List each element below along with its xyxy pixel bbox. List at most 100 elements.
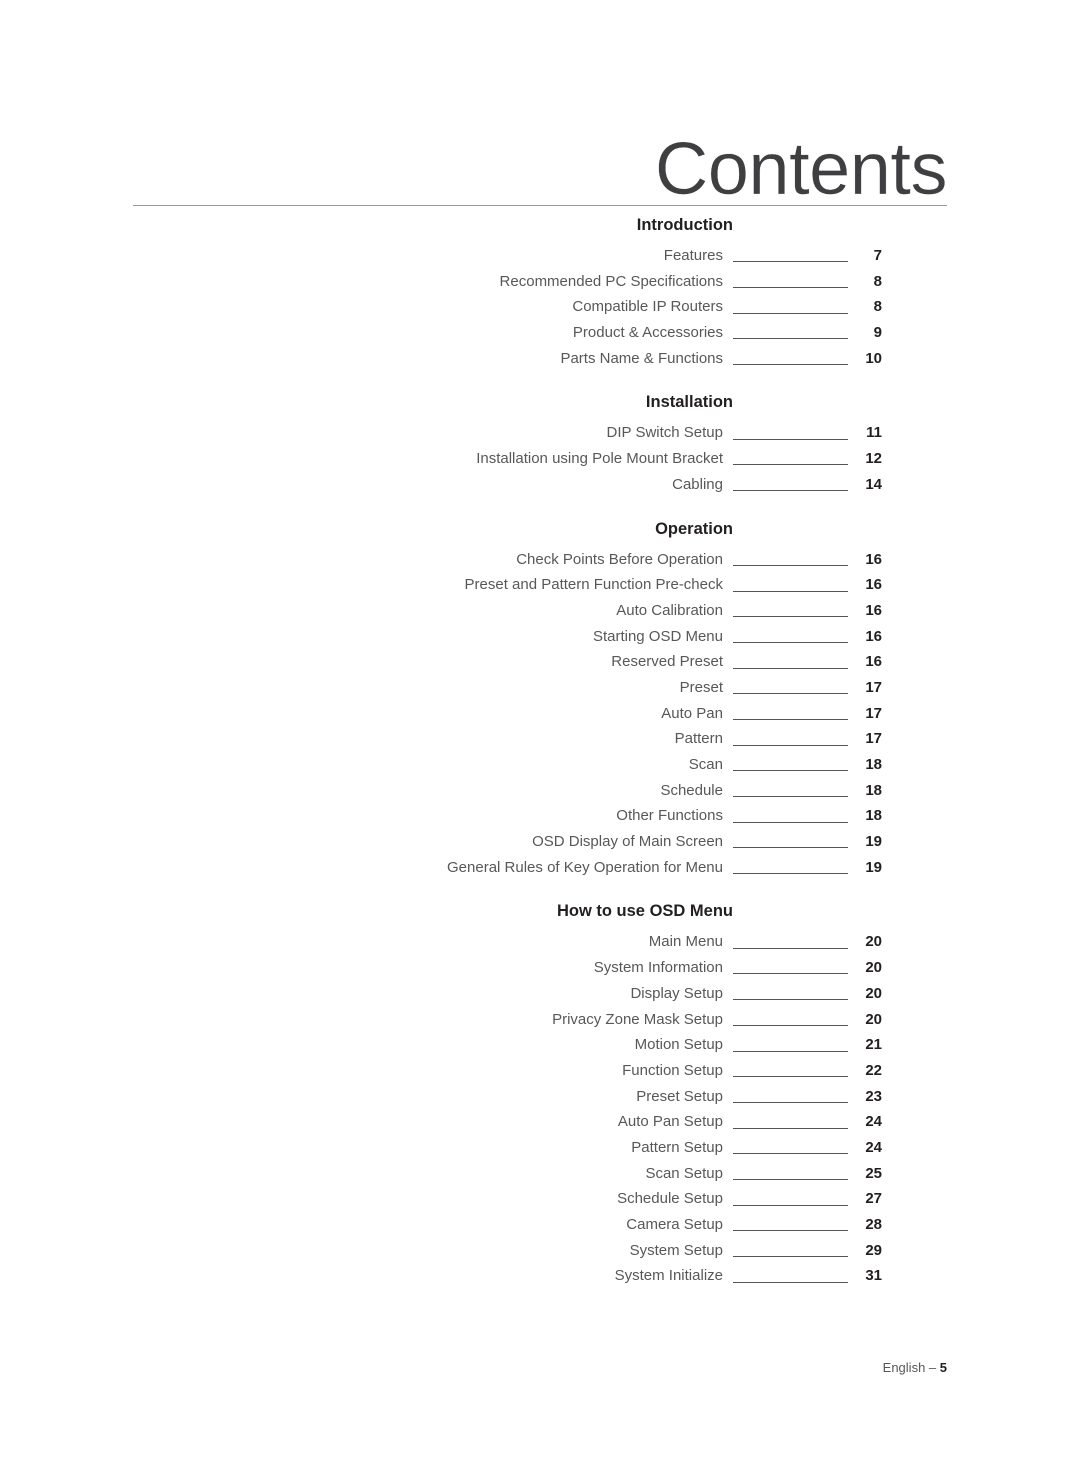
toc-entry[interactable]: Starting OSD Menu 16 xyxy=(0,624,1080,650)
toc-entry-page-number[interactable]: 27 xyxy=(850,1186,882,1212)
toc-entry-title[interactable]: Motion Setup xyxy=(0,1032,723,1058)
toc-entry[interactable]: Main Menu 20 xyxy=(0,929,1080,955)
toc-entry-title[interactable]: Scan xyxy=(0,752,723,778)
toc-entry-title[interactable]: Privacy Zone Mask Setup xyxy=(0,1007,723,1033)
toc-entry-page-number[interactable]: 22 xyxy=(850,1058,882,1084)
toc-entry-page-number[interactable]: 11 xyxy=(850,420,882,446)
toc-entry[interactable]: Function Setup 22 xyxy=(0,1058,1080,1084)
toc-entry-page-number[interactable]: 19 xyxy=(850,829,882,855)
toc-entry-page-number[interactable]: 20 xyxy=(850,1007,882,1033)
toc-entry[interactable]: Camera Setup 28 xyxy=(0,1212,1080,1238)
toc-entry-page-number[interactable]: 20 xyxy=(850,981,882,1007)
toc-entry-page-number[interactable]: 16 xyxy=(850,598,882,624)
toc-entry-page-number[interactable]: 8 xyxy=(850,269,882,295)
toc-entry[interactable]: DIP Switch Setup 11 xyxy=(0,420,1080,446)
toc-entry-title[interactable]: Reserved Preset xyxy=(0,649,723,675)
toc-entry[interactable]: Scan Setup 25 xyxy=(0,1161,1080,1187)
toc-entry[interactable]: Auto Calibration 16 xyxy=(0,598,1080,624)
toc-entry-page-number[interactable]: 17 xyxy=(850,701,882,727)
toc-entry[interactable]: Compatible IP Routers 8 xyxy=(0,294,1080,320)
toc-entry-title[interactable]: Other Functions xyxy=(0,803,723,829)
toc-entry-title[interactable]: Pattern xyxy=(0,726,723,752)
toc-entry[interactable]: System Setup 29 xyxy=(0,1238,1080,1264)
toc-entry-page-number[interactable]: 8 xyxy=(850,294,882,320)
toc-entry-title[interactable]: Features xyxy=(0,243,723,269)
toc-entry-title[interactable]: Scan Setup xyxy=(0,1161,723,1187)
toc-entry-title[interactable]: Display Setup xyxy=(0,981,723,1007)
toc-entry-title[interactable]: OSD Display of Main Screen xyxy=(0,829,723,855)
toc-entry[interactable]: General Rules of Key Operation for Menu 1… xyxy=(0,855,1080,881)
toc-entry-page-number[interactable]: 7 xyxy=(850,243,882,269)
toc-entry-title[interactable]: Preset and Pattern Function Pre-check xyxy=(0,572,723,598)
toc-entry[interactable]: Product & Accessories 9 xyxy=(0,320,1080,346)
toc-entry[interactable]: Parts Name & Functions 10 xyxy=(0,346,1080,372)
toc-entry[interactable]: Features 7 xyxy=(0,243,1080,269)
toc-entry[interactable]: Auto Pan Setup 24 xyxy=(0,1109,1080,1135)
toc-entry-title[interactable]: DIP Switch Setup xyxy=(0,420,723,446)
toc-entry-page-number[interactable]: 16 xyxy=(850,624,882,650)
toc-entry[interactable]: Reserved Preset 16 xyxy=(0,649,1080,675)
toc-entry-title[interactable]: Product & Accessories xyxy=(0,320,723,346)
toc-entry-page-number[interactable]: 31 xyxy=(850,1263,882,1289)
toc-entry-page-number[interactable]: 17 xyxy=(850,726,882,752)
toc-entry[interactable]: Schedule Setup 27 xyxy=(0,1186,1080,1212)
toc-entry-page-number[interactable]: 24 xyxy=(850,1135,882,1161)
toc-entry-title[interactable]: Main Menu xyxy=(0,929,723,955)
toc-entry-page-number[interactable]: 23 xyxy=(850,1084,882,1110)
toc-entry[interactable]: System Initialize 31 xyxy=(0,1263,1080,1289)
toc-entry-page-number[interactable]: 9 xyxy=(850,320,882,346)
toc-entry-title[interactable]: Check Points Before Operation xyxy=(0,547,723,573)
toc-entry-title[interactable]: Preset xyxy=(0,675,723,701)
toc-entry-title[interactable]: General Rules of Key Operation for Menu xyxy=(0,855,723,881)
toc-entry-title[interactable]: Function Setup xyxy=(0,1058,723,1084)
toc-entry[interactable]: Recommended PC Specifications 8 xyxy=(0,269,1080,295)
toc-entry-page-number[interactable]: 17 xyxy=(850,675,882,701)
toc-entry-title[interactable]: Recommended PC Specifications xyxy=(0,269,723,295)
toc-entry-title[interactable]: System Setup xyxy=(0,1238,723,1264)
toc-entry-page-number[interactable]: 18 xyxy=(850,778,882,804)
toc-entry-page-number[interactable]: 10 xyxy=(850,346,882,372)
toc-entry-page-number[interactable]: 16 xyxy=(850,649,882,675)
toc-entry-page-number[interactable]: 19 xyxy=(850,855,882,881)
toc-entry-page-number[interactable]: 16 xyxy=(850,547,882,573)
toc-entry-page-number[interactable]: 28 xyxy=(850,1212,882,1238)
toc-entry-page-number[interactable]: 16 xyxy=(850,572,882,598)
toc-entry[interactable]: Motion Setup 21 xyxy=(0,1032,1080,1058)
toc-entry[interactable]: Privacy Zone Mask Setup 20 xyxy=(0,1007,1080,1033)
toc-entry[interactable]: OSD Display of Main Screen 19 xyxy=(0,829,1080,855)
toc-entry-page-number[interactable]: 29 xyxy=(850,1238,882,1264)
toc-entry-page-number[interactable]: 18 xyxy=(850,752,882,778)
toc-entry[interactable]: Display Setup 20 xyxy=(0,981,1080,1007)
toc-entry-page-number[interactable]: 25 xyxy=(850,1161,882,1187)
toc-entry-page-number[interactable]: 20 xyxy=(850,929,882,955)
toc-entry[interactable]: Pattern 17 xyxy=(0,726,1080,752)
toc-entry-title[interactable]: Installation using Pole Mount Bracket xyxy=(0,446,723,472)
toc-entry[interactable]: Auto Pan 17 xyxy=(0,701,1080,727)
toc-entry-title[interactable]: Schedule Setup xyxy=(0,1186,723,1212)
toc-entry[interactable]: Schedule 18 xyxy=(0,778,1080,804)
toc-entry-title[interactable]: Auto Calibration xyxy=(0,598,723,624)
toc-entry[interactable]: System Information 20 xyxy=(0,955,1080,981)
toc-entry-page-number[interactable]: 24 xyxy=(850,1109,882,1135)
toc-entry[interactable]: Check Points Before Operation 16 xyxy=(0,547,1080,573)
toc-entry-title[interactable]: Auto Pan xyxy=(0,701,723,727)
toc-entry[interactable]: Preset and Pattern Function Pre-check 16 xyxy=(0,572,1080,598)
toc-entry-title[interactable]: System Initialize xyxy=(0,1263,723,1289)
toc-entry[interactable]: Cabling 14 xyxy=(0,472,1080,498)
toc-entry[interactable]: Installation using Pole Mount Bracket 12 xyxy=(0,446,1080,472)
toc-entry-title[interactable]: System Information xyxy=(0,955,723,981)
toc-entry-title[interactable]: Parts Name & Functions xyxy=(0,346,723,372)
toc-entry-page-number[interactable]: 12 xyxy=(850,446,882,472)
toc-entry-title[interactable]: Compatible IP Routers xyxy=(0,294,723,320)
toc-entry-title[interactable]: Cabling xyxy=(0,472,723,498)
toc-entry[interactable]: Pattern Setup 24 xyxy=(0,1135,1080,1161)
toc-entry[interactable]: Scan 18 xyxy=(0,752,1080,778)
toc-entry[interactable]: Preset 17 xyxy=(0,675,1080,701)
toc-entry-title[interactable]: Pattern Setup xyxy=(0,1135,723,1161)
toc-entry-title[interactable]: Auto Pan Setup xyxy=(0,1109,723,1135)
toc-entry[interactable]: Preset Setup 23 xyxy=(0,1084,1080,1110)
toc-entry-title[interactable]: Camera Setup xyxy=(0,1212,723,1238)
toc-entry-page-number[interactable]: 18 xyxy=(850,803,882,829)
toc-entry-page-number[interactable]: 20 xyxy=(850,955,882,981)
toc-entry-title[interactable]: Starting OSD Menu xyxy=(0,624,723,650)
